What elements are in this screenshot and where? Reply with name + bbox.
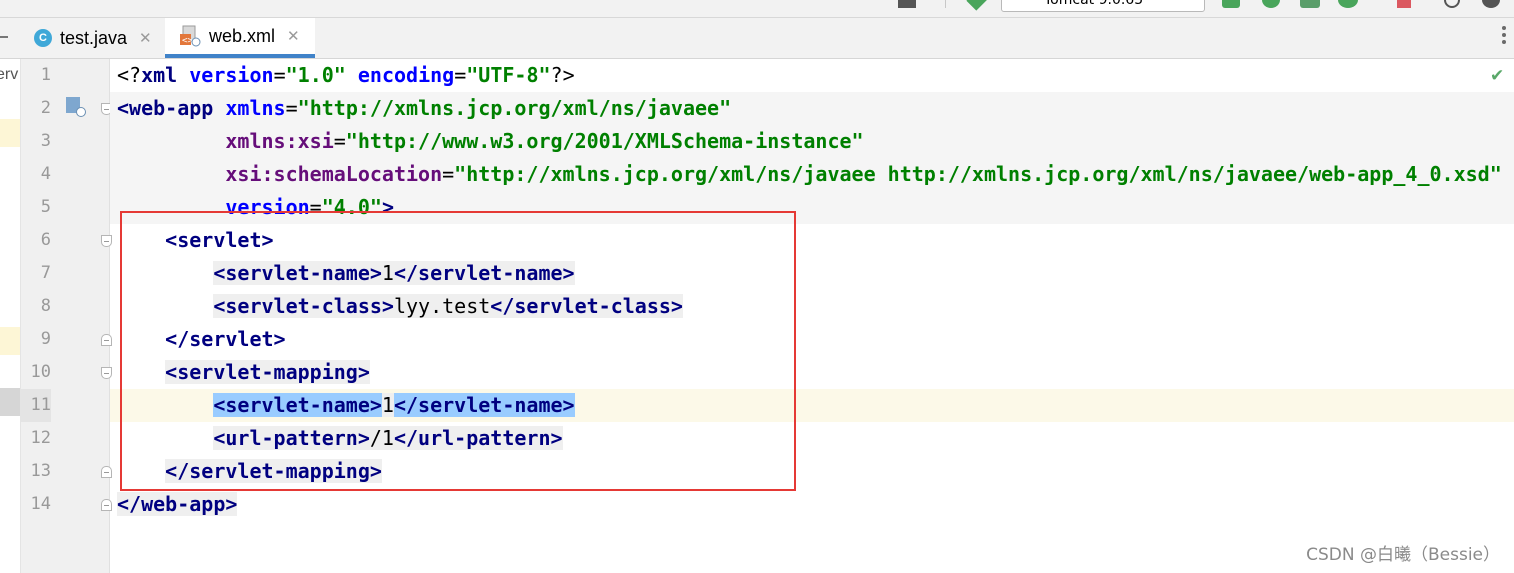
code-line-14: </web-app>: [117, 492, 238, 516]
tab-web-xml[interactable]: <> web.xml ✕: [165, 18, 315, 58]
editor-tab-bar: C test.java ✕ <> web.xml ✕: [0, 18, 1514, 59]
code-line-11: <servlet-name>1</servlet-name>: [213, 393, 575, 417]
code-editor[interactable]: <?xml version="1.0" encoding="UTF-8"?> <…: [110, 59, 1514, 573]
tab-label: test.java: [60, 27, 128, 48]
tab-label: web.xml: [209, 25, 276, 46]
code-line-2: <web-app xmlns="http://xmlns.jcp.org/xml…: [117, 96, 732, 120]
toolbar-divider: [945, 0, 946, 8]
project-panel-highlight: [0, 119, 20, 147]
java-class-icon: C: [34, 29, 52, 47]
close-icon[interactable]: ✕: [287, 27, 300, 45]
line-number: 1: [40, 65, 51, 85]
run-configuration-selector[interactable]: Tomcat 9.0.65: [1001, 0, 1205, 12]
line-number: 14: [30, 494, 51, 514]
project-panel-highlight: [0, 327, 20, 355]
no-problems-check-icon[interactable]: ✔: [1490, 68, 1506, 85]
project-panel-text: erv: [0, 66, 19, 83]
profile-icon[interactable]: [1338, 0, 1358, 8]
code-line-1: <?xml version="1.0" encoding="UTF-8"?>: [117, 63, 575, 87]
tab-scroll-marker: [0, 36, 8, 38]
code-line-8: <servlet-class>lyy.test</servlet-class>: [213, 294, 683, 318]
close-icon[interactable]: ✕: [139, 29, 152, 47]
code-line-7: <servlet-name>1</servlet-name>: [213, 261, 575, 285]
user-icon[interactable]: [898, 0, 916, 8]
debug-icon[interactable]: [1262, 0, 1280, 8]
line-number: 5: [40, 197, 51, 217]
search-icon[interactable]: [1444, 0, 1460, 8]
line-number-current: 11: [21, 389, 51, 422]
line-number: 10: [30, 362, 51, 382]
xml-file-icon: <>: [180, 25, 201, 47]
stop-icon[interactable]: [1397, 0, 1411, 8]
code-line-3: xmlns:xsi="http://www.w3.org/2001/XMLSch…: [225, 129, 864, 153]
line-number: 2: [40, 98, 51, 118]
code-line-9: </servlet>: [165, 327, 286, 351]
web-globe-icon: [76, 107, 86, 117]
line-number: 3: [40, 131, 51, 151]
code-line-4: xsi:schemaLocation="http://xmlns.jcp.org…: [225, 162, 1502, 186]
code-line-5: version="4.0">: [225, 195, 394, 219]
line-number: 9: [40, 329, 51, 349]
project-panel-edge: erv: [0, 59, 21, 573]
code-line-13: </servlet-mapping>: [165, 459, 382, 483]
run-icon[interactable]: [1222, 0, 1240, 8]
line-number: 7: [40, 263, 51, 283]
watermark: CSDN @白曦（Bessie）: [1306, 545, 1500, 565]
line-number: 4: [40, 164, 51, 184]
line-number: 13: [30, 461, 51, 481]
line-number: 12: [30, 428, 51, 448]
settings-icon[interactable]: [1482, 0, 1500, 8]
coverage-icon[interactable]: [1300, 0, 1320, 8]
code-line-12: <url-pattern>/1</url-pattern>: [213, 426, 563, 450]
main-toolbar: Tomcat 9.0.65: [0, 0, 1514, 18]
project-panel-selection: [0, 388, 20, 416]
code-line-10: <servlet-mapping>: [165, 360, 370, 384]
line-number: 8: [40, 296, 51, 316]
editor-gutter: 1 2 3 4 5 6 7 8 9 10 11 12 13 14: [21, 59, 112, 573]
tab-test-java[interactable]: C test.java ✕: [34, 18, 162, 58]
more-tabs-icon[interactable]: [1502, 26, 1506, 47]
build-hammer-icon[interactable]: [966, 0, 988, 11]
run-configuration-label: Tomcat 9.0.65: [1044, 0, 1144, 8]
line-number: 6: [40, 230, 51, 250]
code-line-6: <servlet>: [165, 228, 274, 252]
